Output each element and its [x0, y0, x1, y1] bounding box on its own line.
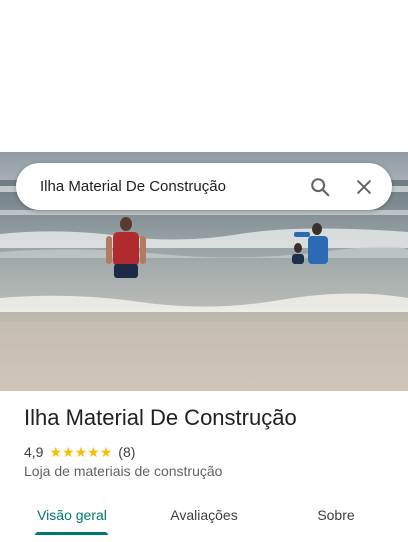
- search-button[interactable]: [300, 167, 340, 207]
- rating-row[interactable]: 4,9 ★ ★ ★ ★ ★ (8): [24, 443, 135, 461]
- search-icon: [311, 177, 330, 196]
- tab-reviews[interactable]: Avaliações: [160, 498, 248, 532]
- tab-overview[interactable]: Visão geral: [30, 498, 114, 532]
- map-top-area: [0, 0, 408, 152]
- rating-value: 4,9: [24, 444, 44, 460]
- active-tab-indicator: [35, 532, 108, 535]
- place-category[interactable]: Loja de materiais de construção: [24, 463, 222, 479]
- search-input[interactable]: Ilha Material De Construção: [40, 178, 300, 195]
- star-icon: ★: [49, 444, 63, 460]
- star-icon: ★: [74, 444, 88, 460]
- star-icon: ★: [62, 444, 75, 460]
- search-bar[interactable]: Ilha Material De Construção: [16, 163, 392, 210]
- rating-stars: ★ ★ ★ ★ ★: [49, 445, 112, 459]
- tab-about[interactable]: Sobre: [300, 498, 372, 532]
- review-count[interactable]: (8): [118, 444, 135, 460]
- close-icon: [357, 179, 371, 194]
- close-button[interactable]: [344, 167, 384, 207]
- place-title: Ilha Material De Construção: [24, 405, 297, 430]
- star-icon: ★: [87, 444, 100, 460]
- place-tabs: Visão geral Avaliações Sobre: [0, 498, 408, 542]
- star-icon: ★: [99, 444, 113, 460]
